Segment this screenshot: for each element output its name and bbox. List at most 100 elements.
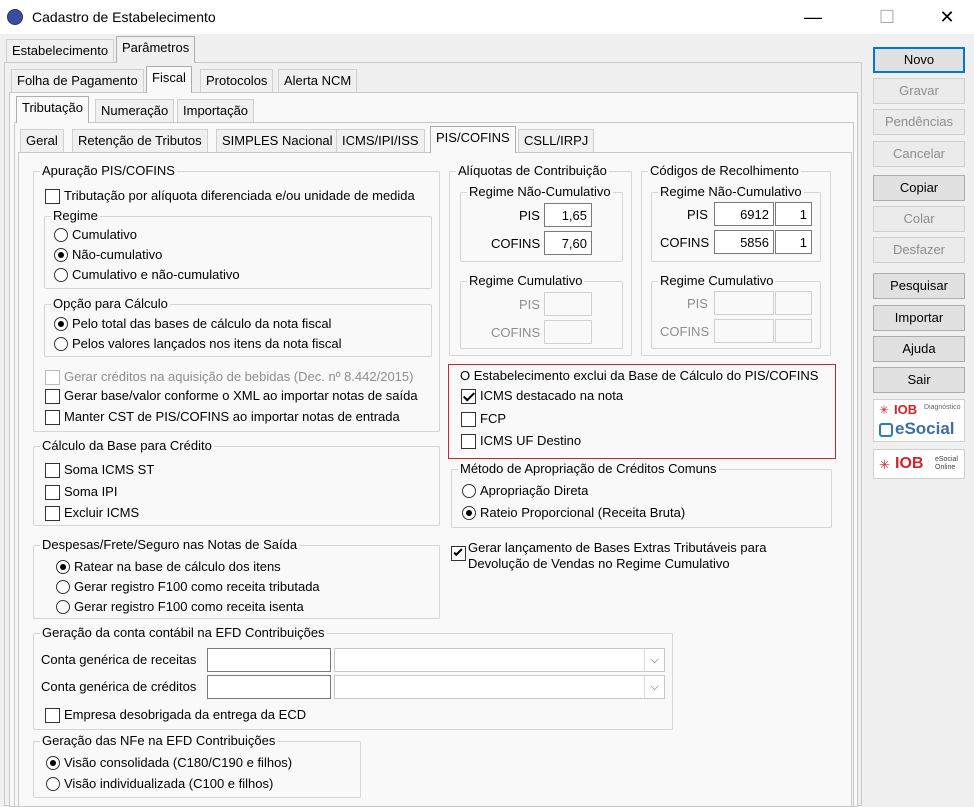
radio-circle[interactable] xyxy=(54,228,68,242)
visao-individualizada-radio[interactable]: Visão individualizada (C100 e filhos) xyxy=(46,776,273,792)
chevron-down-icon[interactable]: ⌵ xyxy=(644,676,664,698)
pendencias-button[interactable]: Pendências xyxy=(873,109,965,135)
tab-csll-irpj[interactable]: CSLL/IRPJ xyxy=(518,129,595,153)
f100-tributada-radio[interactable]: Gerar registro F100 como receita tributa… xyxy=(56,579,320,595)
tab-folha-pagamento[interactable]: Folha de Pagamento xyxy=(11,69,144,93)
f100-isenta-radio[interactable]: Gerar registro F100 como receita isenta xyxy=(56,599,304,615)
fcp-checkbox[interactable]: FCP xyxy=(461,411,506,427)
sair-button[interactable]: Sair xyxy=(873,367,965,393)
tab-geral[interactable]: Geral xyxy=(20,129,64,153)
tab-tributacao[interactable]: Tributação xyxy=(16,96,89,123)
aliq-pis-input[interactable]: 1,65 xyxy=(544,203,592,227)
gerar-base-checkbox[interactable]: Gerar base/valor conforme o XML ao impor… xyxy=(45,388,418,404)
tab-parametros[interactable]: Parâmetros xyxy=(116,36,196,63)
rateio-proporcional-radio[interactable]: Rateio Proporcional (Receita Bruta) xyxy=(462,505,685,521)
cod-c-pis-code-input[interactable] xyxy=(714,291,774,315)
tab-fiscal[interactable]: Fiscal xyxy=(146,66,192,93)
cod-c-cofins-var-input[interactable] xyxy=(775,319,812,343)
cod-pis-code-input[interactable]: 6912 xyxy=(714,202,774,226)
radio-circle[interactable] xyxy=(54,268,68,282)
manter-cst-checkbox[interactable]: Manter CST de PIS/COFINS ao importar not… xyxy=(45,409,400,425)
radio-circle[interactable] xyxy=(56,560,70,574)
regime-ambos-radio[interactable]: Cumulativo e não-cumulativo xyxy=(54,267,240,283)
checkbox-box[interactable] xyxy=(451,546,466,561)
radio-circle[interactable] xyxy=(54,317,68,331)
desfazer-button[interactable]: Desfazer xyxy=(873,237,965,263)
maximize-button[interactable]: ☐ xyxy=(864,0,910,34)
conta-receitas-input[interactable] xyxy=(207,648,331,672)
radio-circle[interactable] xyxy=(46,756,60,770)
minimize-button[interactable]: — xyxy=(790,0,836,34)
cod-c-cofins-code-input[interactable] xyxy=(714,319,774,343)
opcao-itens-radio[interactable]: Pelos valores lançados nos itens da nota… xyxy=(54,336,342,352)
tab-alerta-ncm[interactable]: Alerta NCM xyxy=(278,69,358,93)
tab-simples-nacional[interactable]: SIMPLES Nacional xyxy=(216,129,339,153)
tab-protocolos[interactable]: Protocolos xyxy=(200,69,274,93)
checkbox-box[interactable] xyxy=(461,411,476,427)
ratear-radio[interactable]: Ratear na base de cálculo dos itens xyxy=(56,559,281,575)
iob-esocial-online-logo[interactable]: ✳ IOB eSocial Online xyxy=(873,449,965,479)
trib-aliquota-checkbox[interactable]: Tributação por alíquota diferenciada e/o… xyxy=(45,188,415,204)
empresa-desobrigada-checkbox[interactable]: Empresa desobrigada da entrega da ECD xyxy=(45,707,306,723)
tab-numeracao[interactable]: Numeração xyxy=(95,99,175,123)
iob-esocial-text: eSocial xyxy=(935,456,958,463)
checkbox-box[interactable] xyxy=(45,188,60,204)
iob-logo-text: IOB xyxy=(894,402,918,417)
chevron-down-icon[interactable]: ⌵ xyxy=(644,649,664,671)
colar-button[interactable]: Colar xyxy=(873,206,965,232)
radio-circle[interactable] xyxy=(462,506,476,520)
icms-destacado-checkbox[interactable]: ICMS destacado na nota xyxy=(461,388,623,404)
iob-esocial-logo[interactable]: ✳ IOB Diagnóstico eSocial xyxy=(873,399,965,442)
pesquisar-button[interactable]: Pesquisar xyxy=(873,273,965,299)
excluir-icms-checkbox[interactable]: Excluir ICMS xyxy=(45,505,139,521)
radio-circle[interactable] xyxy=(56,580,70,594)
checkbox-box[interactable] xyxy=(461,433,476,449)
gerar-lancamento-checkbox[interactable]: Gerar lançamento de Bases Extras Tributá… xyxy=(451,540,766,572)
soma-icms-st-checkbox[interactable]: Soma ICMS ST xyxy=(45,462,154,478)
cancelar-button[interactable]: Cancelar xyxy=(873,141,965,167)
tab-estabelecimento[interactable]: Estabelecimento xyxy=(6,39,115,63)
apropriacao-direta-radio[interactable]: Apropriação Direta xyxy=(462,483,588,499)
tab-retencao-tributos[interactable]: Retenção de Tributos xyxy=(72,129,208,153)
aliq-c-pis-input[interactable] xyxy=(544,292,592,316)
cod-cofins-code-input[interactable]: 5856 xyxy=(714,230,774,254)
tab-icms-ipi-iss[interactable]: ICMS/IPI/ISS xyxy=(336,129,425,153)
gravar-button[interactable]: Gravar xyxy=(873,78,965,104)
visao-consolidada-radio[interactable]: Visão consolidada (C180/C190 e filhos) xyxy=(46,755,292,771)
cod-cofins-var-input[interactable]: 1 xyxy=(775,230,812,254)
importar-button[interactable]: Importar xyxy=(873,305,965,331)
tab-importacao[interactable]: Importação xyxy=(177,99,255,123)
radio-circle[interactable] xyxy=(56,600,70,614)
cod-c-pis-var-input[interactable] xyxy=(775,291,812,315)
soma-ipi-checkbox[interactable]: Soma IPI xyxy=(45,484,117,500)
check-icon xyxy=(453,546,463,557)
checkbox-box[interactable] xyxy=(45,409,60,425)
regime-cumulativo-radio[interactable]: Cumulativo xyxy=(54,227,137,243)
cod-pis-var-input[interactable]: 1 xyxy=(775,202,812,226)
copiar-button[interactable]: Copiar xyxy=(873,175,965,201)
close-button[interactable]: ✕ xyxy=(924,0,970,34)
gerar-creditos-checkbox[interactable]: Gerar créditos na aquisição de bebidas (… xyxy=(45,369,413,385)
checkbox-box[interactable] xyxy=(45,505,60,521)
radio-circle[interactable] xyxy=(462,484,476,498)
ajuda-button[interactable]: Ajuda xyxy=(873,336,965,362)
aliq-cofins-input[interactable]: 7,60 xyxy=(544,231,592,255)
checkbox-box[interactable] xyxy=(45,388,60,404)
checkbox-box[interactable] xyxy=(45,707,60,723)
radio-circle[interactable] xyxy=(54,337,68,351)
tab-pis-cofins[interactable]: PIS/COFINS xyxy=(430,126,516,153)
radio-circle[interactable] xyxy=(46,777,60,791)
aliq-c-cofins-input[interactable] xyxy=(544,320,592,344)
novo-button[interactable]: Novo xyxy=(873,47,965,73)
checkbox-box[interactable] xyxy=(461,388,476,404)
icms-uf-destino-checkbox[interactable]: ICMS UF Destino xyxy=(461,433,581,449)
conta-creditos-select[interactable]: ⌵ xyxy=(334,675,665,699)
checkbox-box[interactable] xyxy=(45,484,60,500)
conta-receitas-select[interactable]: ⌵ xyxy=(334,648,665,672)
conta-creditos-input[interactable] xyxy=(207,675,331,699)
checkbox-box[interactable] xyxy=(45,369,60,385)
regime-nao-cumulativo-radio[interactable]: Não-cumulativo xyxy=(54,247,162,263)
radio-circle[interactable] xyxy=(54,248,68,262)
checkbox-box[interactable] xyxy=(45,462,60,478)
opcao-total-radio[interactable]: Pelo total das bases de cálculo da nota … xyxy=(54,316,331,332)
